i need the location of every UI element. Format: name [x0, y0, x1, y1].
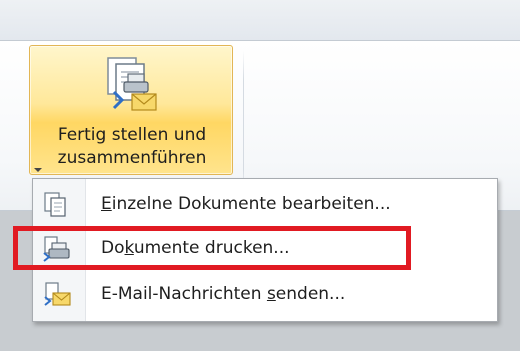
red-highlight-box — [13, 226, 411, 270]
menu-item-send-email[interactable]: E-Mail-Nachrichten senden... — [34, 273, 496, 317]
finish-and-merge-label-line1: Fertig stellen und — [57, 125, 207, 145]
finish-merge-icon — [107, 57, 157, 111]
menu-item-label: E-Mail-Nachrichten senden... — [101, 283, 345, 305]
menu-item-label: Einzelne Dokumente bearbeiten... — [101, 193, 391, 215]
finish-and-merge-label: Fertig stellen und zusammenführen — [30, 124, 234, 174]
menu-item-label-post: enden... — [275, 284, 346, 304]
send-email-icon — [44, 282, 71, 306]
menu-item-label-pre: E-Mail-Nachrichten — [101, 284, 267, 304]
menu-item-accesskey: s — [266, 284, 276, 304]
finish-and-merge-button[interactable]: Fertig stellen und zusammenführen — [29, 45, 233, 175]
title-strip — [0, 0, 520, 41]
finish-and-merge-label-line2: zusammenführen — [30, 147, 234, 174]
finish-and-merge-label-line2-text: zusammenführen — [57, 148, 207, 168]
dropdown-arrow-icon[interactable] — [34, 168, 42, 172]
menu-item-label-post: inzelne Dokumente bearbeiten... — [111, 194, 391, 214]
menu-item-edit-individual-documents[interactable]: Einzelne Dokumente bearbeiten... — [34, 183, 496, 227]
menu-item-accesskey: E — [101, 194, 112, 214]
edit-documents-icon — [44, 192, 66, 217]
